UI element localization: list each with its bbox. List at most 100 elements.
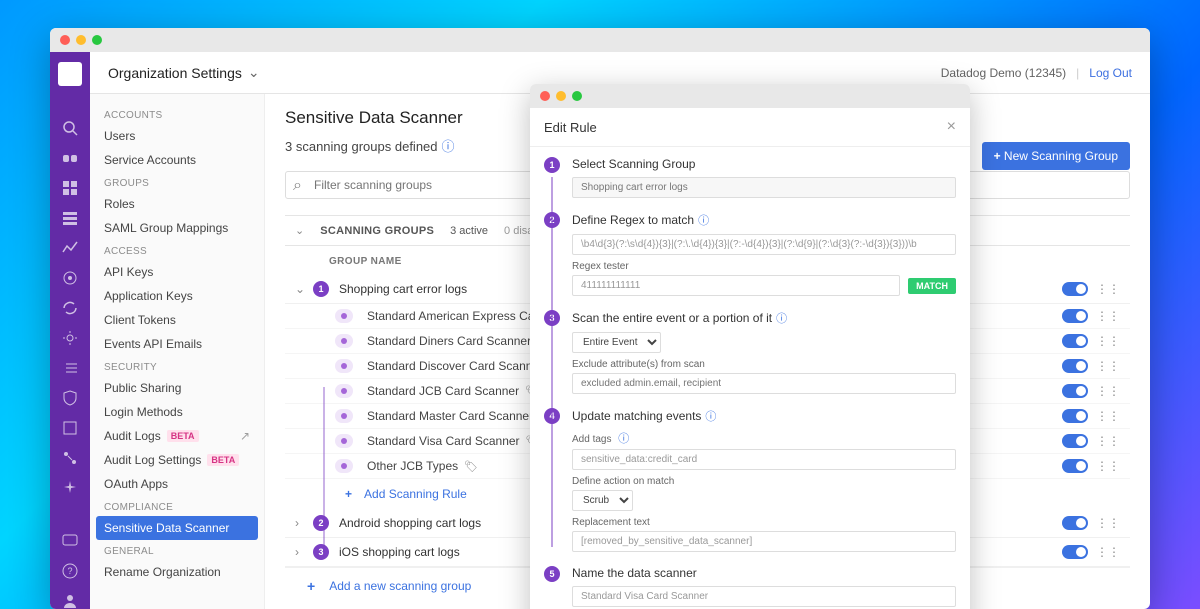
more-icon[interactable]: ⋮⋮ bbox=[1096, 334, 1120, 348]
enable-toggle[interactable] bbox=[1062, 434, 1088, 448]
chat-icon[interactable] bbox=[62, 533, 78, 549]
action-select[interactable]: Scrub bbox=[572, 490, 633, 511]
enable-toggle[interactable] bbox=[1062, 516, 1088, 530]
minimize-window-icon[interactable] bbox=[76, 35, 86, 45]
help-icon[interactable]: ⓘ bbox=[442, 139, 455, 154]
more-icon[interactable]: ⋮⋮ bbox=[1096, 359, 1120, 373]
scanning-group-select[interactable]: Shopping cart error logs bbox=[572, 177, 956, 198]
modal-maximize-icon[interactable] bbox=[572, 91, 582, 101]
group-name[interactable]: Shopping cart error logs bbox=[339, 282, 559, 296]
help-icon[interactable]: ⓘ bbox=[776, 313, 787, 325]
user-icon[interactable] bbox=[62, 593, 78, 609]
help-icon[interactable]: ⓘ bbox=[698, 215, 709, 227]
more-icon[interactable]: ⋮⋮ bbox=[1096, 282, 1120, 296]
monitor-icon[interactable] bbox=[62, 240, 78, 256]
enable-toggle[interactable] bbox=[1062, 545, 1088, 559]
sidebar-item-sensitive-data-scanner[interactable]: Sensitive Data Scanner bbox=[96, 516, 258, 540]
enable-toggle[interactable] bbox=[1062, 459, 1088, 473]
help-icon[interactable]: ⓘ bbox=[705, 411, 716, 423]
flow-icon[interactable] bbox=[62, 450, 78, 466]
dashboard-icon[interactable] bbox=[62, 180, 78, 196]
infra-icon[interactable] bbox=[62, 210, 78, 226]
close-icon[interactable]: × bbox=[947, 118, 956, 136]
sidebar-item-saml-group-mappings[interactable]: SAML Group Mappings bbox=[90, 216, 264, 240]
sidebar-item-audit-logs[interactable]: Audit LogsBETA↗ bbox=[90, 424, 264, 448]
app-window: ? Organization Settings ⌄ Datadog Demo (… bbox=[50, 28, 1150, 609]
left-nav-rail: ? bbox=[50, 52, 90, 609]
sidebar-category: COMPLIANCE bbox=[90, 496, 264, 516]
maximize-window-icon[interactable] bbox=[92, 35, 102, 45]
enable-toggle[interactable] bbox=[1062, 384, 1088, 398]
chevron-down-icon[interactable]: ⌄ bbox=[248, 64, 260, 81]
sidebar-item-client-tokens[interactable]: Client Tokens bbox=[90, 308, 264, 332]
spark-icon[interactable] bbox=[62, 480, 78, 496]
modal-minimize-icon[interactable] bbox=[556, 91, 566, 101]
page-context-title: Organization Settings bbox=[108, 65, 242, 81]
sync-icon[interactable] bbox=[62, 300, 78, 316]
list-icon[interactable] bbox=[62, 360, 78, 376]
enable-toggle[interactable] bbox=[1062, 334, 1088, 348]
expand-icon[interactable]: ⌄ bbox=[295, 282, 313, 296]
help-icon[interactable]: ? bbox=[62, 563, 78, 579]
more-icon[interactable]: ⋮⋮ bbox=[1096, 545, 1120, 559]
more-icon[interactable]: ⋮⋮ bbox=[1096, 516, 1120, 530]
enable-toggle[interactable] bbox=[1062, 309, 1088, 323]
group-name[interactable]: Android shopping cart logs bbox=[339, 516, 559, 530]
exclude-attrs-input[interactable] bbox=[572, 373, 956, 394]
settings-icon[interactable] bbox=[62, 330, 78, 346]
step-title: Update matching eventsⓘ bbox=[572, 408, 956, 424]
logout-link[interactable]: Log Out bbox=[1089, 66, 1132, 80]
preview-icon[interactable] bbox=[335, 384, 353, 398]
enable-toggle[interactable] bbox=[1062, 282, 1088, 296]
sidebar-item-roles[interactable]: Roles bbox=[90, 192, 264, 216]
regex-input[interactable] bbox=[572, 234, 956, 255]
security-icon[interactable] bbox=[62, 390, 78, 406]
preview-icon[interactable] bbox=[335, 459, 353, 473]
expand-icon[interactable]: › bbox=[295, 545, 313, 559]
preview-icon[interactable] bbox=[335, 434, 353, 448]
binoculars-icon[interactable] bbox=[62, 150, 78, 166]
more-icon[interactable]: ⋮⋮ bbox=[1096, 409, 1120, 423]
preview-icon[interactable] bbox=[335, 359, 353, 373]
plus-icon: + bbox=[345, 487, 352, 501]
more-icon[interactable]: ⋮⋮ bbox=[1096, 384, 1120, 398]
expand-icon[interactable]: › bbox=[295, 516, 313, 530]
sidebar-item-application-keys[interactable]: Application Keys bbox=[90, 284, 264, 308]
group-name[interactable]: iOS shopping cart logs bbox=[339, 545, 559, 559]
sidebar-item-events-api-emails[interactable]: Events API Emails bbox=[90, 332, 264, 356]
scope-select[interactable]: Entire Event bbox=[572, 332, 661, 353]
tag-icon: 🏷 bbox=[464, 461, 478, 473]
replacement-input[interactable] bbox=[572, 531, 956, 552]
help-icon[interactable]: ⓘ bbox=[618, 433, 629, 445]
close-window-icon[interactable] bbox=[60, 35, 70, 45]
new-scanning-group-button[interactable]: New Scanning Group bbox=[982, 142, 1130, 170]
add-tags-input[interactable] bbox=[572, 449, 956, 470]
scanner-name-input[interactable] bbox=[572, 586, 956, 607]
more-icon[interactable]: ⋮⋮ bbox=[1096, 434, 1120, 448]
search-icon[interactable] bbox=[62, 120, 78, 136]
sidebar-item-api-keys[interactable]: API Keys bbox=[90, 260, 264, 284]
step-title: Select Scanning Group bbox=[572, 157, 956, 171]
target-icon[interactable] bbox=[62, 270, 78, 286]
sidebar-item-rename-organization[interactable]: Rename Organization bbox=[90, 560, 264, 584]
more-icon[interactable]: ⋮⋮ bbox=[1096, 459, 1120, 473]
sidebar-item-users[interactable]: Users bbox=[90, 124, 264, 148]
plus-icon: + bbox=[307, 578, 315, 594]
brand-logo[interactable] bbox=[58, 62, 82, 86]
sidebar-item-audit-log-settings[interactable]: Audit Log SettingsBETA bbox=[90, 448, 264, 472]
collapse-all-icon[interactable]: ⌄ bbox=[295, 224, 304, 237]
sidebar-item-login-methods[interactable]: Login Methods bbox=[90, 400, 264, 424]
modal-close-icon[interactable] bbox=[540, 91, 550, 101]
enable-toggle[interactable] bbox=[1062, 409, 1088, 423]
more-icon[interactable]: ⋮⋮ bbox=[1096, 309, 1120, 323]
enable-toggle[interactable] bbox=[1062, 359, 1088, 373]
preview-icon[interactable] bbox=[335, 334, 353, 348]
sidebar-item-oauth-apps[interactable]: OAuth Apps bbox=[90, 472, 264, 496]
sidebar-item-service-accounts[interactable]: Service Accounts bbox=[90, 148, 264, 172]
modal-title: Edit Rule bbox=[544, 120, 597, 135]
regex-tester-input[interactable] bbox=[572, 275, 900, 296]
sidebar-item-public-sharing[interactable]: Public Sharing bbox=[90, 376, 264, 400]
book-icon[interactable] bbox=[62, 420, 78, 436]
preview-icon[interactable] bbox=[335, 409, 353, 423]
preview-icon[interactable] bbox=[335, 309, 353, 323]
